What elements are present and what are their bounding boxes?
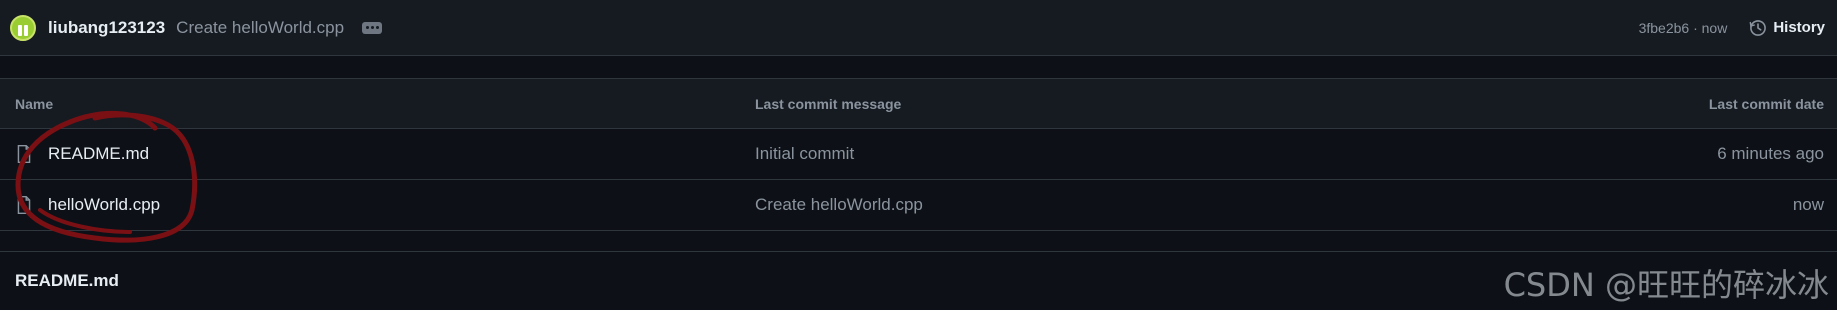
file-name-link[interactable]: helloWorld.cpp [48,195,160,215]
header-name: Name [15,95,54,112]
history-button[interactable]: History [1749,19,1825,37]
table-header: Name Last commit message Last commit dat… [0,79,1837,129]
commit-message-link[interactable]: Create helloWorld.cpp [755,195,1437,215]
csdn-watermark: CSDN @旺旺的碎冰冰 [1503,266,1829,304]
table-row[interactable]: helloWorld.cpp Create helloWorld.cpp now [0,180,1837,231]
commit-message-link[interactable]: Create helloWorld.cpp [176,18,344,38]
header-last-commit-date: Last commit date [1708,95,1824,112]
table-row[interactable]: README.md Initial commit 6 minutes ago [0,129,1837,180]
commit-hash-time[interactable]: 3fbe2b6 · now [1639,20,1728,36]
file-icon [17,195,31,215]
header-last-commit-message: Last commit message [755,95,902,112]
commit-date: now [1792,195,1824,214]
commit-author[interactable]: liubang123123 [48,18,165,38]
file-icon [17,144,31,164]
expand-commit-button[interactable] [362,21,383,34]
latest-commit-bar: liubang123123 Create helloWorld.cpp 3fbe… [0,0,1837,56]
file-table: Name Last commit message Last commit dat… [0,78,1837,231]
commit-message-link[interactable]: Initial commit [755,144,1437,164]
history-label: History [1773,19,1825,36]
history-icon [1749,19,1767,36]
author-avatar[interactable] [10,14,36,41]
commit-date: 6 minutes ago [1717,144,1824,163]
readme-title[interactable]: README.md [15,271,119,291]
file-name-link[interactable]: README.md [48,144,149,164]
